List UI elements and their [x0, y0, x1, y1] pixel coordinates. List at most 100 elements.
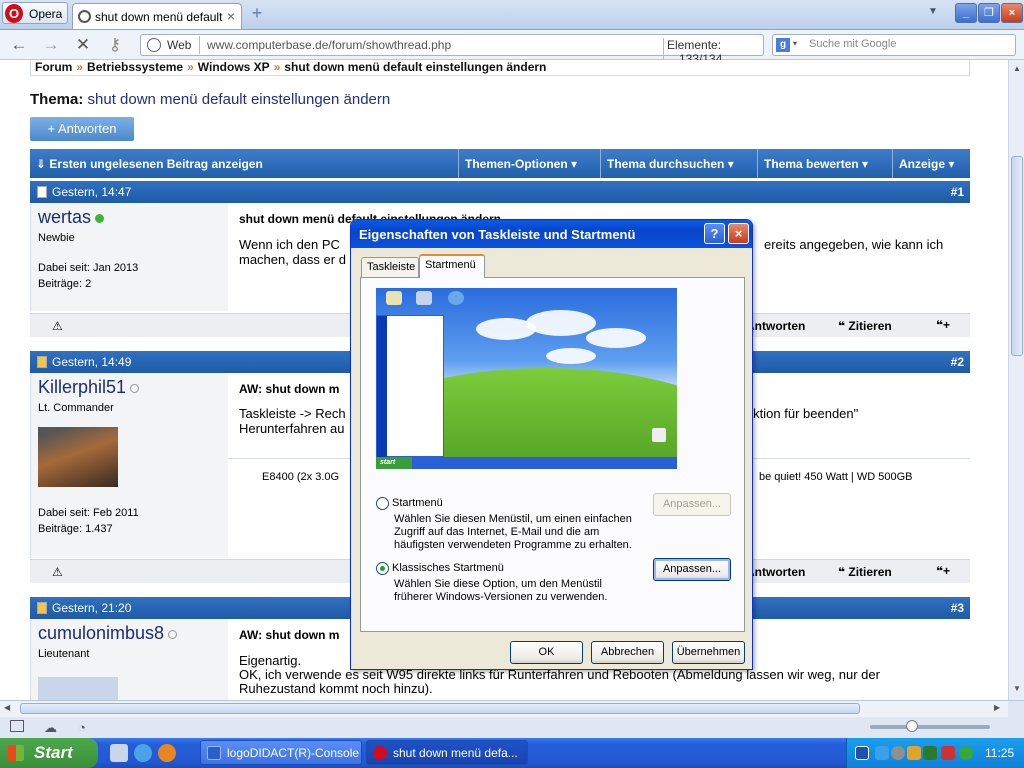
zoom-slider[interactable] [870, 720, 990, 732]
anzeige-menu[interactable]: Anzeige ▾ [892, 149, 970, 178]
system-tray: 11:25 [846, 738, 1024, 768]
avatar[interactable] [38, 677, 118, 700]
url-text[interactable]: www.computerbase.de/forum/showthread.php [207, 38, 451, 52]
tab-taskleiste[interactable]: Taskleiste [361, 257, 419, 277]
speed-dial-icon[interactable]: ◔ [78, 720, 86, 735]
post-number[interactable]: #2 [951, 355, 964, 369]
post-text: Eigenartig. [239, 653, 302, 668]
scroll-right-icon[interactable]: ▶ [994, 703, 1000, 712]
horizontal-scrollbar[interactable]: ◀ ▶ [0, 701, 1008, 717]
multi-quote-icon[interactable]: ❝+ [936, 564, 950, 578]
restore-button[interactable]: ❐ [978, 3, 1000, 23]
themen-optionen-menu[interactable]: Themen-Optionen ▾ [458, 149, 600, 178]
vertical-scrollbar[interactable]: ▲ ▼ [1008, 60, 1024, 700]
cloud-icon[interactable]: ☁ [44, 720, 57, 736]
security-icon[interactable] [941, 746, 955, 760]
firefox-icon[interactable] [158, 744, 176, 762]
breadcrumb-forum[interactable]: Forum [35, 60, 72, 74]
tab-menu-chevron-icon[interactable]: ▼ [928, 6, 938, 17]
h-scroll-thumb[interactable] [20, 703, 860, 714]
taskbar-item-opera[interactable]: shut down menü defa... [366, 740, 528, 765]
thema-bewerten-menu[interactable]: Thema bewerten ▾ [757, 149, 892, 178]
disc-icon[interactable] [891, 746, 905, 760]
tray-app-icon[interactable] [923, 746, 937, 760]
cancel-button[interactable]: Abbrechen [591, 641, 664, 664]
search-input[interactable]: g ▾ Suche mit Google [772, 34, 1016, 56]
multi-quote-icon[interactable]: ❝+ [936, 318, 950, 332]
show-desktop-icon[interactable] [110, 744, 128, 762]
stop-icon[interactable]: ✕ [72, 35, 94, 55]
help-button[interactable]: ? [704, 223, 725, 244]
scroll-thumb[interactable] [1011, 156, 1023, 356]
forward-arrow-icon[interactable]: → [40, 35, 62, 55]
dialog-titlebar[interactable]: Eigenschaften von Taskleiste und Startme… [351, 220, 752, 248]
quote-link[interactable]: ❝ Zitieren [838, 319, 892, 333]
radio-classic-startmenu[interactable] [376, 562, 389, 575]
start-button[interactable]: Start [0, 738, 98, 768]
username[interactable]: cumulonimbus8 [38, 623, 178, 644]
new-tab-button[interactable]: + [248, 4, 266, 22]
username[interactable]: Killerphil51 [38, 377, 140, 398]
internet-explorer-icon[interactable] [134, 744, 152, 762]
reply-button[interactable]: + Antworten [30, 117, 134, 141]
apply-button[interactable]: Übernehmen [672, 641, 745, 664]
post-unread-icon [37, 602, 47, 614]
customize-startmenu-button[interactable]: Anpassen... [653, 493, 731, 516]
user-info: Killerphil51 Lt. Commander Dabei seit: F… [30, 373, 228, 558]
user-rank: Lt. Commander [38, 402, 114, 414]
user-info: wertas Newbie Dabei seit: Jan 2013 Beitr… [30, 203, 228, 311]
report-warning-icon[interactable]: ⚠ [52, 565, 63, 579]
euro-icon[interactable] [855, 746, 869, 760]
minimize-button[interactable]: _ [955, 3, 977, 23]
taskbar-properties-dialog: Eigenschaften von Taskleiste und Startme… [350, 219, 753, 670]
radio-startmenu-label[interactable]: Startmenü [392, 497, 443, 509]
panel-toggle-icon[interactable] [10, 720, 24, 732]
search-placeholder: Suche mit Google [809, 38, 897, 50]
radio-classic-label[interactable]: Klassisches Startmenü [392, 562, 504, 574]
update-icon[interactable] [959, 746, 973, 760]
radio-startmenu[interactable] [376, 497, 389, 510]
browser-tab-bar: O Opera shut down menü default ... × + ▼… [0, 0, 1024, 30]
post-number[interactable]: #3 [951, 601, 964, 615]
option-description: Wählen Sie diese Option, um den Menüstil [394, 578, 602, 590]
browser-status-bar: ◀ ▶ ☁ ◔ [0, 700, 1024, 738]
address-field[interactable]: Web www.computerbase.de/forum/showthread… [140, 34, 764, 66]
reply-link[interactable]: Antworten [746, 319, 805, 333]
first-unread-link[interactable]: ⇓ Ersten ungelesenen Beitrag anzeigen [36, 157, 263, 171]
zoom-slider-knob[interactable] [906, 720, 918, 732]
post-unread-icon [37, 356, 47, 368]
breadcrumb-betriebssysteme[interactable]: Betriebssysteme [87, 60, 183, 74]
opera-menu-button[interactable]: O Opera [2, 2, 68, 24]
reply-link[interactable]: Antworten [746, 565, 805, 579]
post-title: AW: shut down m [239, 382, 340, 396]
breadcrumb-windows-xp[interactable]: Windows XP [198, 60, 270, 74]
quote-icon: ❝ [838, 319, 849, 333]
thema-durchsuchen-menu[interactable]: Thema durchsuchen ▾ [600, 149, 757, 178]
scroll-left-icon[interactable]: ◀ [4, 703, 10, 712]
taskbar-item-console[interactable]: logoDIDACT(R)-Console [200, 740, 362, 765]
opera-icon [373, 746, 387, 760]
scroll-down-icon[interactable]: ▼ [1011, 684, 1023, 696]
tab-startmenu[interactable]: Startmenü [419, 254, 485, 278]
report-warning-icon[interactable]: ⚠ [52, 319, 63, 333]
wand-key-icon[interactable]: ⚷ [104, 35, 126, 55]
navigation-bar: ← → ✕ ⚷ Web www.computerbase.de/forum/sh… [0, 30, 1024, 66]
option-description: häufigsten verwendeten Programme zu erha… [394, 539, 632, 551]
desktop-icon [416, 291, 432, 305]
network-icon[interactable] [875, 746, 889, 760]
window-close-button[interactable]: × [1001, 3, 1023, 23]
back-arrow-icon[interactable]: ← [8, 35, 30, 55]
user-joined: Dabei seit: Jan 2013 [38, 262, 139, 274]
dialog-close-button[interactable]: × [728, 223, 749, 244]
search-engine-chevron-icon[interactable]: ▾ [793, 39, 797, 48]
scroll-up-icon[interactable]: ▲ [1011, 64, 1023, 76]
browser-tab-active[interactable]: shut down menü default ... × [72, 3, 242, 29]
post-number[interactable]: #1 [951, 185, 964, 199]
tab-close-icon[interactable]: × [227, 8, 235, 24]
customize-classic-button[interactable]: Anpassen... [653, 558, 731, 581]
ok-button[interactable]: OK [510, 641, 583, 664]
avatar[interactable] [38, 427, 118, 487]
speaker-icon[interactable] [907, 746, 921, 760]
quote-link[interactable]: ❝ Zitieren [838, 565, 892, 579]
username[interactable]: wertas [38, 207, 105, 228]
